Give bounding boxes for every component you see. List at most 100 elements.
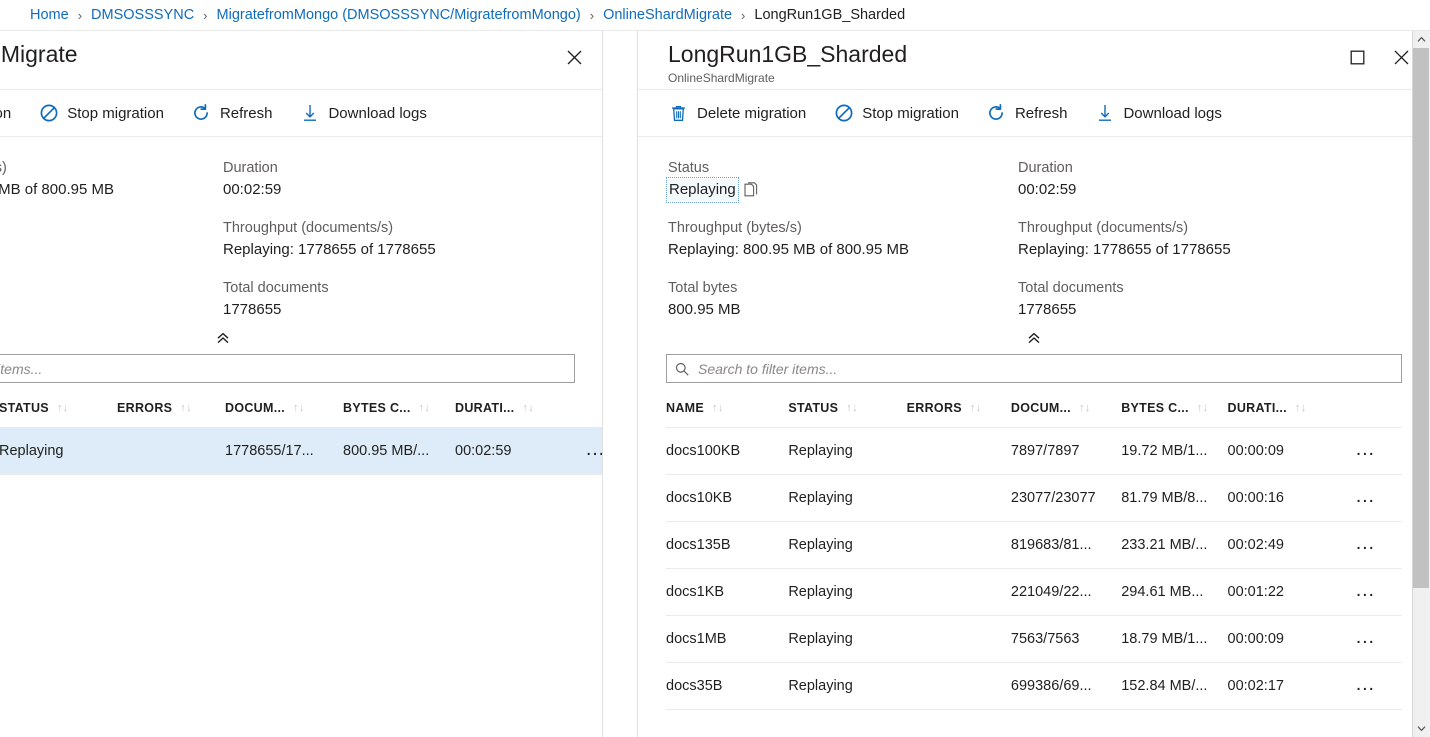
cell-duration: 00:00:16 [1227, 474, 1330, 522]
delete-migration-button[interactable]: Delete migration [660, 99, 815, 128]
table-row[interactable]: Replaying 1778655/17... 800.95 MB/... 00… [0, 427, 602, 475]
blade-gap [603, 31, 637, 737]
col-header-errors[interactable]: ERRORS ↑↓ [906, 383, 1011, 428]
right-blade-maximize-button[interactable] [1344, 44, 1370, 70]
refresh-icon [987, 104, 1006, 123]
stop-migration-button[interactable]: Stop migration [825, 99, 968, 128]
sort-icon: ↑↓ [180, 401, 192, 414]
left-col-header-status[interactable]: STATUS ↑↓ [0, 383, 117, 428]
left-cell-documents: 1778655/17... [225, 427, 343, 475]
cell-status: Replaying [788, 474, 907, 522]
cell-errors [906, 662, 1011, 710]
row-context-menu-button[interactable]: … [1351, 486, 1381, 506]
breadcrumb-separator-icon: › [203, 7, 208, 23]
left-table-wrap: NAME↑↓ STATUS↑↓ ERRORS↑↓ DOCUM...↑↓ BYTE… [0, 383, 602, 475]
row-context-menu-button[interactable]: … [1351, 533, 1381, 553]
cell-documents: 221049/22... [1010, 568, 1122, 616]
left-blade-title: OnlineShardMigrate [0, 41, 78, 67]
cell-actions: … [1329, 427, 1402, 475]
cell-bytes: 152.84 MB/... [1121, 662, 1228, 710]
blade-onlineshardmigrate: OnlineShardMigrate [0, 31, 603, 737]
row-context-menu-button[interactable]: … [1351, 439, 1381, 459]
cell-actions: … [1329, 615, 1402, 663]
left-summary-throughput-bytes: Throughput (bytes/s) Replaying: 800.95 M… [0, 160, 114, 198]
row-context-menu-button[interactable]: … [1351, 627, 1381, 647]
cell-actions: … [1329, 474, 1402, 522]
scroll-down-button[interactable] [1413, 720, 1429, 737]
refresh-button[interactable]: Refresh [978, 99, 1077, 128]
col-header-status[interactable]: STATUS ↑↓ [788, 383, 907, 428]
left-col-header-documents[interactable]: DOCUM... ↑↓ [225, 383, 343, 428]
left-col-header-errors[interactable]: ERRORS ↑↓ [117, 383, 225, 428]
status-badge[interactable]: Replaying [666, 177, 739, 203]
right-table-head: NAME ↑↓ STATUS ↑↓ ERRORS ↑↓ DOCUM... ↑↓ BYTE… [666, 383, 1402, 428]
col-header-documents[interactable]: DOCUM... ↑↓ [1010, 383, 1122, 428]
row-context-menu-button[interactable]: … [581, 439, 602, 459]
search-box[interactable] [666, 354, 1402, 383]
copy-status-button[interactable] [744, 181, 761, 199]
cell-status: Replaying [788, 615, 907, 663]
table-row[interactable]: docs1KB Replaying 221049/22... 294.61 MB...… [666, 568, 1402, 616]
left-search-wrap [0, 350, 602, 383]
col-header-bytes[interactable]: BYTES C... ↑↓ [1121, 383, 1228, 428]
breadcrumb-item-home[interactable]: Home [30, 7, 69, 23]
left-blade-body: Throughput (bytes/s) Replaying: 800.95 M… [0, 137, 602, 737]
right-table-wrap: NAME ↑↓ STATUS ↑↓ ERRORS ↑↓ DOCUM... ↑↓ BYTE… [638, 383, 1429, 710]
left-download-logs-button[interactable]: Download logs [291, 99, 435, 128]
chevron-double-up-icon [1028, 332, 1040, 344]
left-col-header-duration[interactable]: DURATI... ↑↓ [455, 383, 561, 428]
copy-icon [744, 181, 757, 196]
col-header-duration[interactable]: DURATI... ↑↓ [1227, 383, 1330, 428]
cell-name: docs1KB [666, 568, 789, 616]
cell-duration: 00:02:17 [1227, 662, 1330, 710]
scrollbar-track[interactable] [1413, 48, 1429, 720]
refresh-label: Refresh [1014, 104, 1068, 122]
summary-total-bytes: Total bytes 800.95 MB [668, 280, 741, 318]
breadcrumb-item-migratefrommongo[interactable]: MigratefromMongo (DMSOSSSYNC/Migratefrom… [217, 7, 581, 23]
download-logs-button[interactable]: Download logs [1086, 99, 1230, 128]
breadcrumb-item-dmsosssync[interactable]: DMSOSSSYNC [91, 7, 194, 23]
left-summary-spacer [0, 219, 223, 261]
cell-name: docs1MB [666, 615, 789, 663]
left-collapse-summary-button[interactable] [201, 329, 245, 347]
chevron-down-icon [1417, 726, 1425, 732]
col-header-name[interactable]: NAME ↑↓ [666, 383, 789, 428]
left-summary-duration: Duration 00:02:59 [223, 160, 282, 198]
table-row[interactable]: docs100KB Replaying 7897/7897 19.72 MB/1...… [666, 427, 1402, 475]
left-summary-throughput-documents: Throughput (documents/s) Replaying: 1778… [223, 220, 436, 258]
left-delete-migration-button[interactable]: Delete migration [0, 99, 20, 128]
table-row[interactable]: docs35B Replaying 699386/69... 152.84 MB/..… [666, 662, 1402, 710]
search-input[interactable] [696, 359, 1393, 378]
left-blade-close-button[interactable] [561, 44, 587, 70]
table-row[interactable]: docs10KB Replaying 23077/23077 81.79 MB/8..… [666, 474, 1402, 522]
search-icon [675, 362, 689, 376]
collapse-summary-button[interactable] [1012, 329, 1056, 347]
table-row[interactable]: docs135B Replaying 819683/81... 233.21 MB/.… [666, 521, 1402, 569]
row-context-menu-button[interactable]: … [1351, 674, 1381, 694]
right-blade-header: LongRun1GB_Sharded OnlineShardMigrate [638, 31, 1429, 90]
breadcrumb-item-onlineshardmigrate[interactable]: OnlineShardMigrate [603, 7, 732, 23]
left-search-box[interactable] [0, 354, 575, 383]
right-blade-toolbar: Delete migration Stop migration Refresh … [638, 90, 1429, 137]
maximize-icon [1350, 50, 1364, 64]
cell-errors [906, 615, 1011, 663]
scrollbar-thumb[interactable] [1413, 48, 1429, 588]
left-cell-duration: 00:02:59 [455, 427, 561, 475]
scroll-up-button[interactable] [1413, 31, 1429, 48]
row-context-menu-button[interactable]: … [1351, 580, 1381, 600]
table-row[interactable]: docs1MB Replaying 7563/7563 18.79 MB/1... 00… [666, 615, 1402, 663]
left-refresh-button[interactable]: Refresh [183, 99, 282, 128]
left-search-input[interactable] [0, 359, 566, 378]
left-delete-migration-label: Delete migration [0, 104, 12, 122]
sort-icon: ↑↓ [418, 401, 431, 414]
cell-name: docs35B [666, 662, 789, 710]
vertical-scrollbar[interactable] [1412, 31, 1429, 737]
shard-migration-table: NAME ↑↓ STATUS ↑↓ ERRORS ↑↓ DOCUM... ↑↓ BYTE… [666, 383, 1402, 710]
left-stop-migration-button[interactable]: Stop migration [30, 99, 173, 128]
cell-name: docs10KB [666, 474, 789, 522]
right-blade-close-button[interactable] [1388, 44, 1414, 70]
cell-duration: 00:01:22 [1227, 568, 1330, 616]
left-col-header-bytes[interactable]: BYTES C... ↑↓ [343, 383, 455, 428]
left-blade-toolbar: Delete migration Stop migration [0, 90, 602, 137]
blade-longrun1gb-sharded: LongRun1GB_Sharded OnlineShardMigrate De… [637, 31, 1429, 737]
